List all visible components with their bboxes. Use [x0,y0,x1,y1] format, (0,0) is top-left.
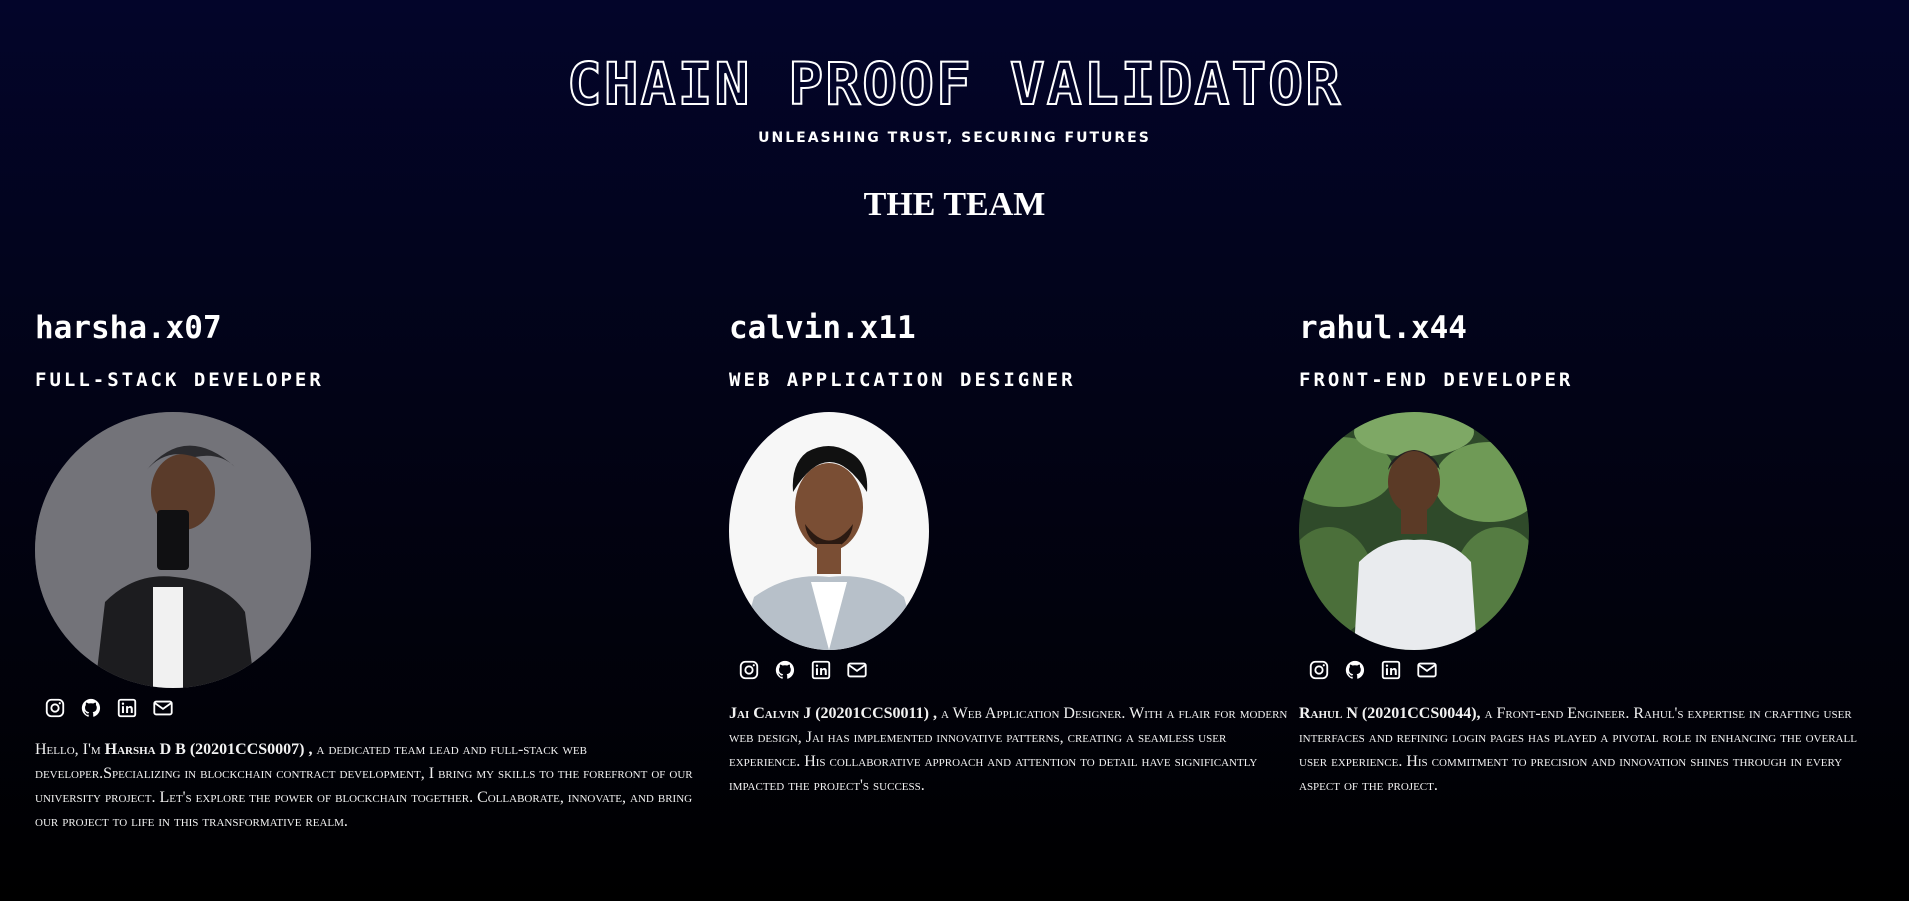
member-bio: Hello, I'm Harsha D B (20201CCS0007) , a… [35,738,705,834]
social-links [729,658,1294,682]
member-handle: calvin.x11 [729,310,916,346]
bio-name: Rahul N (20201CCS0044), [1299,705,1481,722]
member-bio: Rahul N (20201CCS0044), a Front-end Engi… [1299,702,1874,798]
member-bio: Jai Calvin J (20201CCS0011) , a Web Appl… [729,702,1294,798]
site-tagline: UNLEASHING TRUST, SECURING FUTURES [758,130,1151,146]
team-member-card: rahul.x44 FRONT-END DEVELOPER Rahul N (2… [1299,308,1874,798]
member-role: FRONT-END DEVELOPER [1299,369,1574,391]
github-icon[interactable] [79,696,103,720]
github-icon[interactable] [773,658,797,682]
social-links [35,696,705,720]
member-handle: rahul.x44 [1299,310,1467,346]
site-title: CHAIN PROOF VALIDATOR [566,50,1343,118]
mail-icon[interactable] [845,658,869,682]
linkedin-icon[interactable] [1379,658,1403,682]
bio-name: Jai Calvin J (20201CCS0011) , [729,705,937,722]
github-icon[interactable] [1343,658,1367,682]
bio-prefix: Hello, I'm [35,741,105,758]
member-handle: harsha.x07 [35,310,222,346]
team-member-card: harsha.x07 FULL-STACK DEVELOPER Hello, I… [35,308,705,834]
team-heading: THE TEAM [863,186,1046,223]
instagram-icon[interactable] [43,696,67,720]
member-role: FULL-STACK DEVELOPER [35,369,324,391]
team-member-card: calvin.x11 WEB APPLICATION DESIGNER Jai … [729,308,1294,798]
site-header: CHAIN PROOF VALIDATOR UNLEASHING TRUST, … [0,50,1909,146]
bio-name: Harsha D B (20201CCS0007) , [104,741,313,758]
instagram-icon[interactable] [1307,658,1331,682]
mail-icon[interactable] [151,696,175,720]
social-links [1299,658,1874,682]
member-role: WEB APPLICATION DESIGNER [729,369,1076,391]
member-photo [35,412,311,688]
linkedin-icon[interactable] [115,696,139,720]
member-photo [729,412,929,650]
member-photo [1299,412,1529,650]
instagram-icon[interactable] [737,658,761,682]
linkedin-icon[interactable] [809,658,833,682]
mail-icon[interactable] [1415,658,1439,682]
